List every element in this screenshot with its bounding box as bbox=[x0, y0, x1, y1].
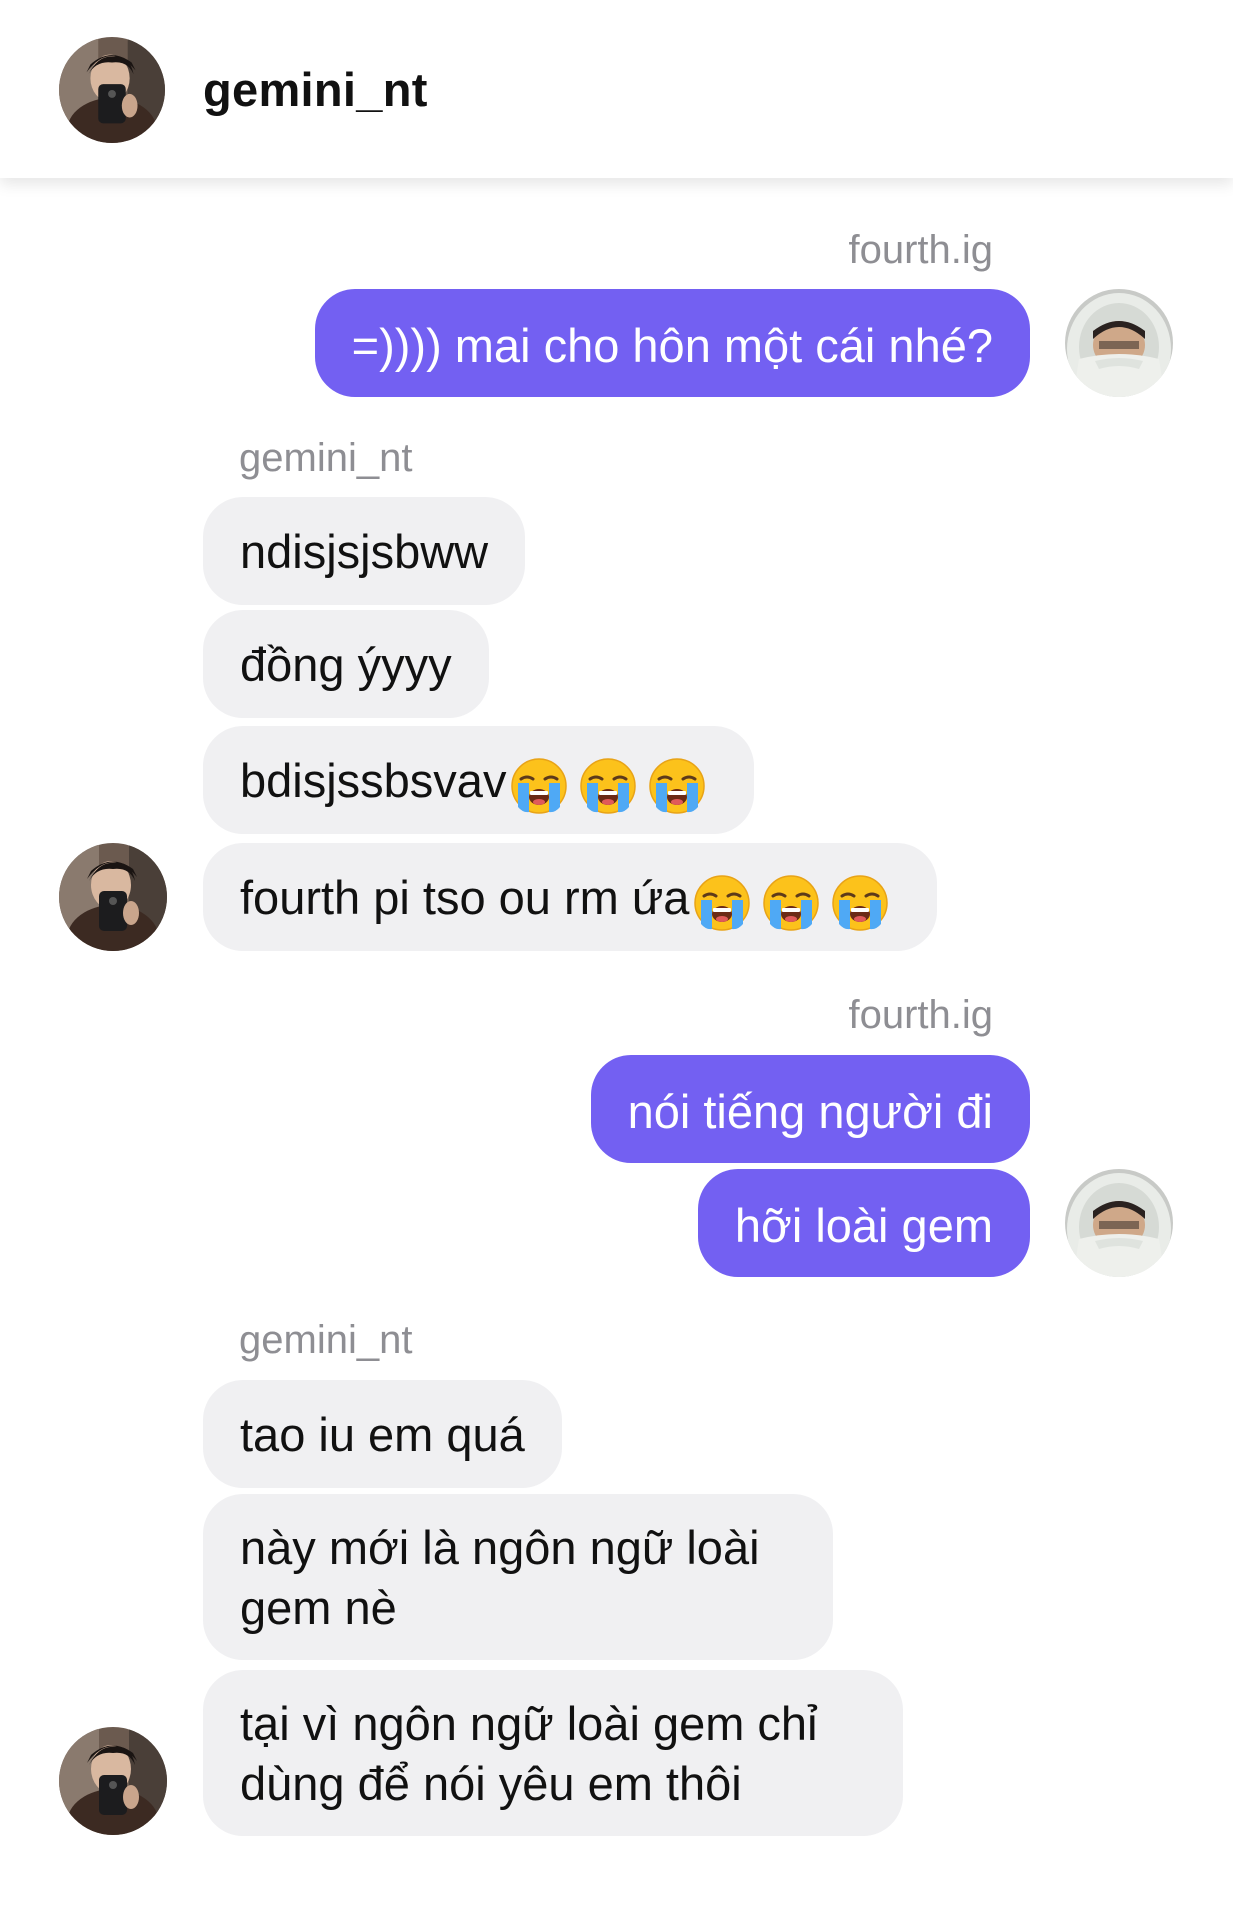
message-bubble[interactable]: này mới là ngôn ngữ loài gem nè bbox=[203, 1494, 833, 1660]
message-bubble[interactable]: đồng ýyyy bbox=[203, 610, 489, 718]
chat-header: gemini_nt bbox=[0, 0, 1233, 178]
message-text: bdisjssbsvav bbox=[240, 754, 507, 807]
message-bubble[interactable]: =)))) mai cho hôn một cái nhé? bbox=[314, 289, 1030, 397]
sender-label: fourth.ig bbox=[848, 993, 993, 1037]
profile-photo-icon bbox=[1065, 1169, 1173, 1277]
profile-photo-icon bbox=[59, 1727, 167, 1835]
message-bubble[interactable]: bdisjssbsvav bbox=[203, 726, 755, 834]
sender-label: gemini_nt bbox=[239, 1318, 413, 1362]
message-text: =)))) mai cho hôn một cái nhé? bbox=[351, 319, 993, 372]
avatar[interactable] bbox=[59, 1727, 167, 1835]
message-text: đồng ýyyy bbox=[240, 638, 452, 691]
sender-label: gemini_nt bbox=[239, 436, 413, 480]
loudly-crying-face-emoji-icon bbox=[831, 874, 889, 932]
loudly-crying-face-emoji-icon bbox=[762, 874, 820, 932]
loudly-crying-face-emoji-icon bbox=[579, 757, 637, 815]
sender-label: fourth.ig bbox=[848, 228, 993, 272]
message-text: fourth pi tso ou rm ứa bbox=[240, 871, 690, 924]
message-text: nói tiếng người đi bbox=[627, 1085, 993, 1138]
message-bubble[interactable]: tao iu em quá bbox=[203, 1380, 562, 1488]
profile-photo-icon bbox=[59, 37, 165, 143]
emoji-group bbox=[693, 871, 900, 933]
message-text: này mới là ngôn ngữ loài gem nè bbox=[240, 1521, 760, 1634]
profile-photo-icon bbox=[59, 843, 167, 951]
chat-title[interactable]: gemini_nt bbox=[203, 62, 428, 117]
profile-photo-icon bbox=[1065, 289, 1173, 397]
emoji-group bbox=[510, 754, 717, 816]
message-text: ndisjsjsbww bbox=[240, 525, 489, 578]
message-bubble[interactable]: tại vì ngôn ngữ loài gem chỉ dùng để nói… bbox=[203, 1670, 903, 1836]
avatar[interactable] bbox=[59, 37, 165, 143]
loudly-crying-face-emoji-icon bbox=[648, 757, 706, 815]
message-bubble[interactable]: nói tiếng người đi bbox=[590, 1055, 1030, 1163]
loudly-crying-face-emoji-icon bbox=[693, 874, 751, 932]
message-bubble[interactable]: fourth pi tso ou rm ứa bbox=[203, 843, 938, 951]
loudly-crying-face-emoji-icon bbox=[510, 757, 568, 815]
avatar[interactable] bbox=[59, 843, 167, 951]
avatar[interactable] bbox=[1065, 1169, 1173, 1277]
message-text: tại vì ngôn ngữ loài gem chỉ dùng để nói… bbox=[240, 1697, 818, 1810]
message-text: hỡi loài gem bbox=[734, 1199, 993, 1252]
message-bubble[interactable]: hỡi loài gem bbox=[697, 1169, 1030, 1277]
message-bubble[interactable]: ndisjsjsbww bbox=[203, 497, 526, 605]
avatar[interactable] bbox=[1065, 289, 1173, 397]
message-text: tao iu em quá bbox=[240, 1408, 525, 1461]
